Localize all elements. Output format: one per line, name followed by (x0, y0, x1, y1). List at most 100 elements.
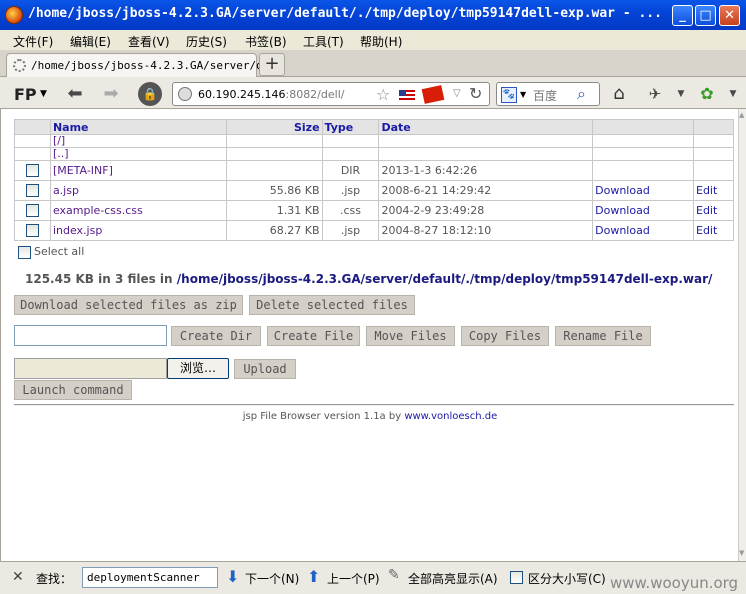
row-name[interactable]: index.jsp (49, 220, 227, 241)
menu-bookmarks[interactable]: 书签(B) (245, 33, 287, 50)
scroll-up-icon[interactable]: ▲ (739, 111, 744, 119)
download-link[interactable]: Download (592, 200, 694, 221)
url-text[interactable]: 60.190.245.146:8082/dell/ (198, 88, 344, 101)
bug-icon[interactable]: ✈ (644, 83, 666, 105)
search-placeholder[interactable]: 百度 (533, 87, 557, 104)
menu-history[interactable]: 历史(S) (186, 33, 227, 50)
fp-dropdown-icon[interactable]: ▼ (40, 89, 47, 99)
browser-tab[interactable]: /home/jboss/jboss-4.2.3.GA/server/d… (6, 53, 269, 77)
reload-icon[interactable]: ↻ (469, 84, 482, 103)
forward-arrow-icon[interactable]: ➡ (100, 83, 122, 105)
scroll-down-icon[interactable]: ▼ (739, 549, 744, 557)
table-row: example-css.css 1.31 KB .css 2004-2-9 23… (14, 200, 734, 221)
create-file-button[interactable]: Create File (267, 326, 360, 346)
filename-input[interactable] (14, 325, 167, 346)
loading-spinner-icon (13, 59, 26, 72)
header-checkbox-col (14, 119, 51, 135)
find-prev-button[interactable]: 上一个(P) (327, 570, 380, 587)
select-all-checkbox[interactable] (18, 245, 31, 259)
row-checkbox[interactable] (14, 200, 51, 221)
new-tab-button[interactable]: + (259, 53, 285, 76)
upload-button[interactable]: Upload (234, 359, 296, 379)
row-checkbox[interactable] (14, 220, 51, 241)
home-icon[interactable]: ⌂ (608, 83, 630, 105)
url-dropdown-icon[interactable]: ▽ (453, 88, 461, 99)
download-zip-button[interactable]: Download selected files as zip (14, 295, 243, 315)
copy-files-button[interactable]: Copy Files (461, 326, 549, 346)
row-name[interactable]: [/] (49, 134, 227, 148)
footer-link[interactable]: www.vonloesch.de (404, 411, 497, 422)
menu-file[interactable]: 文件(F) (13, 33, 53, 50)
create-dir-button[interactable]: Create Dir (171, 326, 261, 346)
search-box[interactable]: 🐾 ▼ 百度 ⌕ (496, 82, 600, 106)
header-size[interactable]: Size (225, 119, 323, 135)
edit-link[interactable]: Edit (693, 220, 734, 241)
row-checkbox[interactable] (14, 180, 51, 201)
greasemonkey-icon[interactable]: ✿ (696, 83, 718, 105)
edit-link[interactable]: Edit (693, 200, 734, 221)
find-next-button[interactable]: 下一个(N) (245, 570, 299, 587)
baidu-paw-icon[interactable]: 🐾 (501, 87, 517, 103)
china-flag-icon[interactable] (421, 85, 445, 104)
tab-title: /home/jboss/jboss-4.2.3.GA/server/d… (31, 59, 270, 72)
close-find-icon[interactable]: ✕ (12, 569, 24, 585)
table-row: a.jsp 55.86 KB .jsp 2008-6-21 14:29:42 D… (14, 180, 734, 201)
match-case-checkbox[interactable] (510, 571, 523, 584)
watermark: www.wooyun.org (610, 574, 739, 592)
lock-icon[interactable]: 🔒 (138, 82, 162, 106)
edit-link[interactable]: Edit (693, 180, 734, 201)
us-flag-icon[interactable] (399, 90, 415, 101)
row-size (225, 160, 323, 181)
row-name[interactable]: a.jsp (49, 180, 227, 201)
close-button[interactable]: ✕ (719, 5, 740, 26)
find-input[interactable]: deploymentScanner (82, 567, 218, 588)
browse-button[interactable]: 浏览… (167, 358, 229, 379)
url-bar[interactable]: 60.190.245.146:8082/dell/ ☆ ▽ ↻ (172, 82, 490, 106)
search-engine-dropdown-icon[interactable]: ▼ (520, 90, 526, 99)
row-type: DIR (321, 160, 380, 181)
menu-help[interactable]: 帮助(H) (360, 33, 402, 50)
arrow-up-icon[interactable]: ⬆ (307, 567, 320, 586)
row-name[interactable]: [META-INF] (49, 160, 227, 181)
title-bar: /home/jboss/jboss-4.2.3.GA/server/defaul… (0, 0, 746, 30)
menu-tools[interactable]: 工具(T) (303, 33, 344, 50)
minimize-button[interactable]: _ (672, 5, 693, 26)
highlight-all-button[interactable]: 全部高亮显示(A) (408, 570, 498, 587)
highlighter-icon[interactable]: ✎ (388, 567, 400, 583)
move-files-button[interactable]: Move Files (366, 326, 455, 346)
upload-file-input[interactable] (14, 358, 167, 379)
table-header: Name Size Type Date (14, 119, 734, 135)
row-name[interactable]: example-css.css (49, 200, 227, 221)
back-arrow-icon[interactable]: ⬅ (64, 83, 86, 105)
arrow-down-icon[interactable]: ⬇ (226, 567, 239, 586)
divider (14, 404, 734, 406)
header-date[interactable]: Date (378, 119, 594, 135)
row-date: 2008-6-21 14:29:42 (378, 180, 594, 201)
select-all[interactable]: Select all (18, 245, 84, 259)
download-link[interactable]: Download (592, 220, 694, 241)
row-checkbox[interactable] (14, 160, 51, 181)
bookmark-star-icon[interactable]: ☆ (376, 85, 390, 104)
row-date: 2013-1-3 6:42:26 (378, 160, 594, 181)
fp-button[interactable]: FP (14, 85, 37, 104)
launch-command-button[interactable]: Launch command (14, 380, 132, 400)
table-row: [..] (14, 147, 734, 161)
delete-files-button[interactable]: Delete selected files (249, 295, 415, 315)
maximize-button[interactable]: □ (695, 5, 716, 26)
header-edit-col (693, 119, 734, 135)
match-case-label[interactable]: 区分大小写(C) (528, 570, 606, 587)
row-date: 2004-8-27 18:12:10 (378, 220, 594, 241)
download-link[interactable]: Download (592, 180, 694, 201)
header-name[interactable]: Name (49, 119, 227, 135)
menu-view[interactable]: 查看(V) (128, 33, 170, 50)
window-title: /home/jboss/jboss-4.2.3.GA/server/defaul… (28, 6, 662, 21)
vertical-scrollbar[interactable]: ▲ ▼ (738, 109, 746, 561)
header-download-col (592, 119, 694, 135)
menu-edit[interactable]: 编辑(E) (70, 33, 111, 50)
greasemonkey-dropdown-icon[interactable]: ▼ (722, 83, 744, 105)
rename-file-button[interactable]: Rename File (555, 326, 651, 346)
row-name[interactable]: [..] (49, 147, 227, 161)
addon-dropdown-icon[interactable]: ▼ (670, 83, 692, 105)
header-type[interactable]: Type (321, 119, 380, 135)
search-magnifier-icon[interactable]: ⌕ (577, 84, 586, 104)
